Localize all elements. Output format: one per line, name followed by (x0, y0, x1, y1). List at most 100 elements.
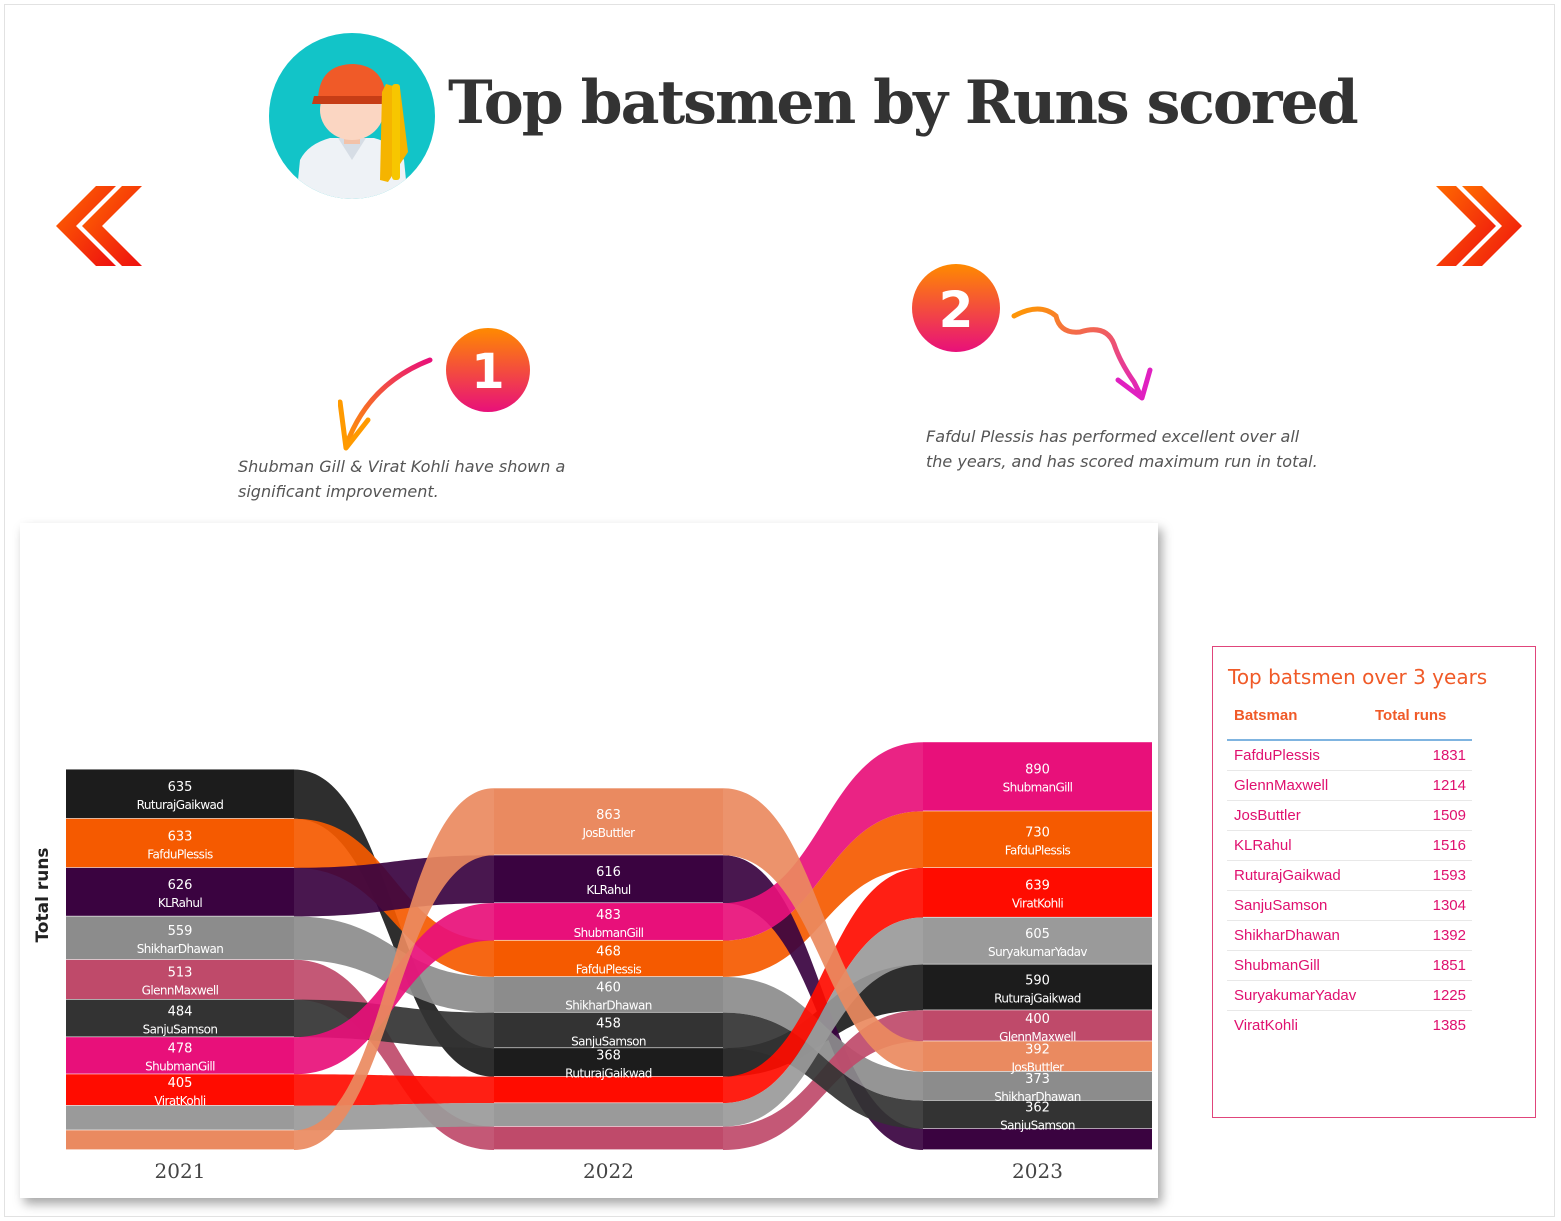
name-label-ShubmanGill-2021: ShubmanGill (145, 1060, 215, 1074)
chart-card: 635 RuturajGaikwad 633 FafduPlessis 626 KLRah… (20, 523, 1158, 1198)
summary-table: Top batsmen over 3 years Batsman Total r… (1212, 646, 1536, 1118)
x-tick-label-2022: 2022 (583, 1159, 634, 1183)
value-label-FafduPlessis-2022: 468 (596, 945, 621, 960)
name-label-ShikharDhawan-2021: ShikharDhawan (137, 942, 224, 956)
value-label-ViratKohli-2023: 639 (1025, 879, 1050, 894)
table-row: SuryakumarYadav 1225 (1227, 981, 1472, 1011)
cell-runs: 1851 (1432, 957, 1466, 974)
table-row: FafduPlessis 1831 (1227, 741, 1472, 771)
annotation-1-badge: 1 (338, 328, 530, 451)
bar-ViratKohli-2022 (494, 1076, 723, 1103)
annotation-2-badge: 2 (912, 264, 1153, 401)
value-label-FafduPlessis-2021: 633 (168, 829, 193, 844)
cell-batsman: GlennMaxwell (1234, 777, 1329, 794)
name-label-FafduPlessis-2023: FafduPlessis (1005, 844, 1071, 858)
name-label-RuturajGaikwad-2023: RuturajGaikwad (994, 991, 1081, 1005)
value-label-ShubmanGill-2023: 890 (1025, 763, 1050, 778)
cell-runs: 1516 (1432, 837, 1466, 854)
name-label-KLRahul-2021: KLRahul (158, 896, 203, 910)
value-label-SanjuSamson-2021: 484 (168, 1004, 193, 1019)
value-label-ShubmanGill-2021: 478 (168, 1042, 193, 1057)
value-label-KLRahul-2022: 616 (596, 865, 621, 880)
table-row: ViratKohli 1385 (1227, 1011, 1472, 1041)
name-label-ViratKohli-2023: ViratKohli (1012, 897, 1063, 911)
page-title: Top batsmen by Runs scored (448, 68, 1359, 138)
x-tick-label-2023: 2023 (1012, 1159, 1063, 1183)
bar-SuryakumarYadav-2022 (494, 1103, 723, 1127)
name-label-SanjuSamson-2022: SanjuSamson (571, 1034, 646, 1048)
table-row: ShubmanGill 1851 (1227, 951, 1472, 981)
cell-batsman: ShikharDhawan (1234, 927, 1340, 944)
cell-batsman: FafduPlessis (1234, 747, 1320, 764)
value-label-GlennMaxwell-2023: 400 (1025, 1012, 1050, 1027)
value-label-GlennMaxwell-2021: 513 (168, 966, 193, 981)
name-label-ShubmanGill-2023: ShubmanGill (1003, 781, 1073, 795)
value-label-KLRahul-2021: 626 (168, 878, 193, 893)
table-row: GlennMaxwell 1214 (1227, 771, 1472, 801)
value-label-RuturajGaikwad-2021: 635 (168, 780, 193, 795)
cell-runs: 1593 (1432, 867, 1466, 884)
name-label-KLRahul-2022: KLRahul (586, 883, 631, 897)
cell-batsman: ShubmanGill (1234, 957, 1320, 974)
name-label-GlennMaxwell-2021: GlennMaxwell (142, 984, 219, 998)
cell-runs: 1509 (1432, 807, 1466, 824)
table-title: Top batsmen over 3 years (1228, 665, 1488, 689)
cell-batsman: JosButtler (1234, 807, 1301, 824)
table-row: ShikharDhawan 1392 (1227, 921, 1472, 951)
annotation-1-number: 1 (471, 344, 504, 400)
cell-runs: 1304 (1432, 897, 1466, 914)
value-label-JosButtler-2023: 392 (1025, 1042, 1050, 1057)
batsman-avatar-icon (269, 33, 435, 199)
cell-batsman: KLRahul (1234, 837, 1292, 854)
name-label-FafduPlessis-2022: FafduPlessis (576, 963, 642, 977)
cell-runs: 1225 (1432, 987, 1466, 1004)
value-label-RuturajGaikwad-2023: 590 (1025, 973, 1050, 988)
table-row: RuturajGaikwad 1593 (1227, 861, 1472, 891)
cell-batsman: RuturajGaikwad (1234, 867, 1341, 884)
name-label-ShubmanGill-2022: ShubmanGill (574, 926, 644, 940)
bar-SuryakumarYadav-2021 (66, 1105, 294, 1130)
name-label-RuturajGaikwad-2021: RuturajGaikwad (137, 798, 224, 812)
annotation-2-text: Fafdul Plessis has performed excellent o… (926, 427, 1318, 471)
name-label-SuryakumarYadav-2023: SuryakumarYadav (988, 945, 1087, 959)
cell-batsman: SuryakumarYadav (1234, 987, 1357, 1004)
annotation-1-text: Shubman Gill & Virat Kohli have shown a … (238, 457, 566, 501)
name-label-SanjuSamson-2023: SanjuSamson (1000, 1119, 1075, 1133)
value-label-ShikharDhawan-2021: 559 (168, 924, 193, 939)
value-label-ViratKohli-2021: 405 (168, 1076, 193, 1091)
name-label-FafduPlessis-2021: FafduPlessis (147, 847, 213, 861)
value-label-ShubmanGill-2022: 483 (596, 908, 621, 923)
value-label-FafduPlessis-2023: 730 (1025, 826, 1050, 841)
value-label-SuryakumarYadav-2023: 605 (1025, 927, 1050, 942)
bump-chart: 635 RuturajGaikwad 633 FafduPlessis 626 KLRah… (33, 742, 1152, 1183)
previous-chevron-icon[interactable] (54, 186, 142, 266)
table-row: KLRahul 1516 (1227, 831, 1472, 861)
cell-runs: 1214 (1432, 777, 1466, 794)
name-label-RuturajGaikwad-2022: RuturajGaikwad (565, 1066, 652, 1080)
bar-JosButtler-2021 (66, 1130, 294, 1150)
column-header-batsman: Batsman (1234, 707, 1298, 724)
cell-runs: 1392 (1432, 927, 1466, 944)
name-label-JosButtler-2022: JosButtler (581, 826, 635, 840)
table-row: SanjuSamson 1304 (1227, 891, 1472, 921)
cell-runs: 1385 (1432, 1017, 1466, 1034)
bar-GlennMaxwell-2022 (494, 1126, 723, 1150)
name-label-ViratKohli-2021: ViratKohli (154, 1094, 205, 1108)
y-axis-label: Total runs (33, 847, 53, 942)
name-label-SanjuSamson-2021: SanjuSamson (143, 1022, 218, 1036)
x-tick-label-2021: 2021 (155, 1159, 206, 1183)
value-label-SanjuSamson-2023: 362 (1025, 1101, 1050, 1116)
value-label-ShikharDhawan-2023: 373 (1025, 1072, 1050, 1087)
table-row: JosButtler 1509 (1227, 801, 1472, 831)
cell-batsman: SanjuSamson (1234, 897, 1328, 914)
cell-batsman: ViratKohli (1234, 1017, 1298, 1034)
ribbon-ViratKohli (294, 1074, 494, 1106)
value-label-RuturajGaikwad-2022: 368 (596, 1048, 621, 1063)
value-label-SanjuSamson-2022: 458 (596, 1016, 621, 1031)
cell-runs: 1831 (1432, 747, 1466, 764)
value-label-ShikharDhawan-2022: 460 (596, 981, 621, 996)
name-label-ShikharDhawan-2022: ShikharDhawan (565, 999, 652, 1013)
annotation-2-number: 2 (939, 281, 974, 339)
next-chevron-icon[interactable] (1436, 186, 1524, 266)
column-header-runs: Total runs (1375, 707, 1447, 724)
